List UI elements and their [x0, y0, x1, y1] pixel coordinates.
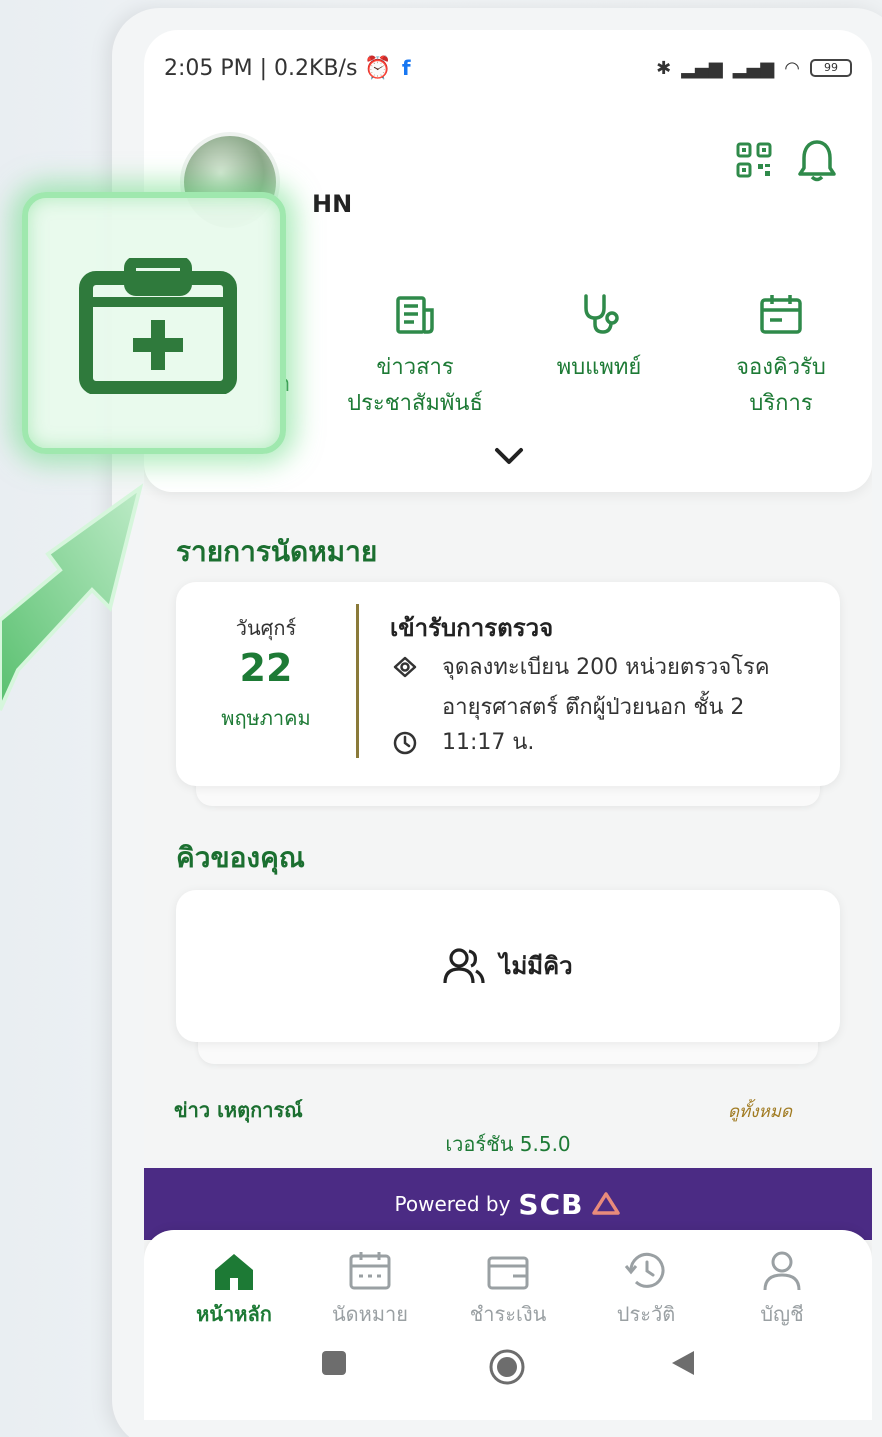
queue-empty: ไม่มีคิว — [176, 946, 840, 985]
news-section-title: ข่าว เหตุการณ์ — [174, 1098, 303, 1122]
calendar-icon — [760, 295, 802, 334]
wifi-icon: ◠ — [784, 57, 800, 79]
nav-payment[interactable]: ชำระเงิน — [448, 1250, 568, 1330]
highlighted-medical-kit-tile[interactable] — [22, 192, 286, 454]
status-icons: ✱ ▂▄▆ ▂▄▆ ◠ 99 — [656, 58, 852, 79]
clock-icon — [393, 731, 417, 755]
nav-payment-label: ชำระเงิน — [469, 1302, 547, 1326]
menu-news-line1: ข่าวสาร — [376, 355, 454, 380]
nav-account-label: บัญชี — [760, 1302, 804, 1326]
appointment-month: พฤษภาคม — [221, 706, 311, 730]
signal-icon-2: ▂▄▆ — [732, 57, 775, 79]
queue-title: คิวของคุณ — [176, 841, 305, 874]
signal-icon: ▂▄▆ — [681, 57, 723, 79]
bell-icon[interactable] — [796, 138, 838, 182]
nav-history[interactable]: ประวัติ — [586, 1250, 706, 1330]
status-bar: 2:05 PM | 0.2KB/s ⏰ f ✱ ▂▄▆ ▂▄▆ ◠ 99 — [164, 52, 852, 84]
nav-account[interactable]: บัญชี — [722, 1250, 842, 1330]
appointment-title: เข้ารับการตรวจ — [390, 614, 554, 642]
back-button[interactable] — [668, 1348, 698, 1378]
appointment-date: 22 — [239, 646, 293, 690]
alarm-icon: ⏰ — [357, 55, 392, 81]
menu-doctor-line1: พบแพทย์ — [556, 355, 642, 380]
recent-apps-button[interactable] — [319, 1348, 349, 1378]
pointer-arrow-icon — [0, 483, 144, 711]
user-hn-label: HN — [312, 190, 353, 218]
queue-card[interactable]: ไม่มีคิว — [176, 890, 840, 1042]
facebook-icon: f — [401, 56, 411, 80]
stethoscope-icon — [584, 294, 619, 334]
qr-code-icon[interactable] — [736, 142, 772, 178]
chevron-down-icon[interactable] — [492, 444, 526, 468]
menu-booking-line1: จองคิวรับ — [736, 355, 826, 380]
scb-brand: SCB — [518, 1187, 584, 1221]
menu-booking-line2: บริการ — [749, 391, 813, 416]
menu-item-booking[interactable]: จองคิวรับ บริการ — [706, 292, 856, 422]
history-icon — [624, 1252, 665, 1288]
battery-icon: 99 — [810, 59, 852, 77]
wallet-icon — [487, 1256, 529, 1290]
news-icon — [396, 296, 434, 334]
calendar-icon — [349, 1252, 391, 1290]
nav-home[interactable]: หน้าหลัก — [174, 1250, 294, 1330]
bluetooth-icon: ✱ — [656, 57, 672, 79]
appointment-card[interactable]: วันศุกร์ 22 พฤษภาคม เข้ารับการตรวจ จุดลง… — [176, 582, 840, 786]
menu-item-doctor[interactable]: พบแพทย์ — [524, 292, 674, 386]
status-time: 2:05 PM | 0.2KB/s — [164, 55, 358, 81]
bottom-nav: หน้าหลัก นัดหมาย ชำระเงิน ประวัติ บัญชี — [144, 1230, 872, 1420]
nav-history-label: ประวัติ — [616, 1302, 676, 1326]
location-icon — [393, 656, 417, 678]
appointment-day: วันศุกร์ — [235, 616, 297, 640]
appointment-divider — [356, 604, 359, 758]
users-icon — [443, 947, 485, 983]
home-button[interactable] — [488, 1348, 526, 1386]
appointment-location: จุดลงทะเบียน 200 หน่วยตรวจโรคอายุรศาสตร์… — [442, 655, 770, 720]
appointment-time: 11:17 น. — [442, 730, 535, 755]
appointments-title: รายการนัดหมาย — [176, 535, 378, 568]
menu-item-news[interactable]: ข่าวสาร ประชาสัมพันธ์ — [340, 292, 490, 422]
user-icon — [763, 1251, 801, 1291]
nav-appointments-label: นัดหมาย — [332, 1302, 408, 1326]
nav-home-label: หน้าหลัก — [196, 1302, 272, 1326]
queue-empty-text: ไม่มีคิว — [499, 952, 573, 980]
menu-news-line2: ประชาสัมพันธ์ — [347, 391, 483, 416]
medical-kit-icon — [79, 258, 237, 394]
home-icon — [215, 1254, 253, 1290]
powered-by-text: Powered by — [394, 1192, 511, 1216]
nav-appointments[interactable]: นัดหมาย — [310, 1250, 430, 1330]
app-version: เวอร์ชัน 5.5.0 — [445, 1132, 571, 1156]
view-all-link[interactable]: ดูทั้งหมด — [728, 1098, 792, 1125]
scb-logo-icon — [592, 1192, 621, 1215]
